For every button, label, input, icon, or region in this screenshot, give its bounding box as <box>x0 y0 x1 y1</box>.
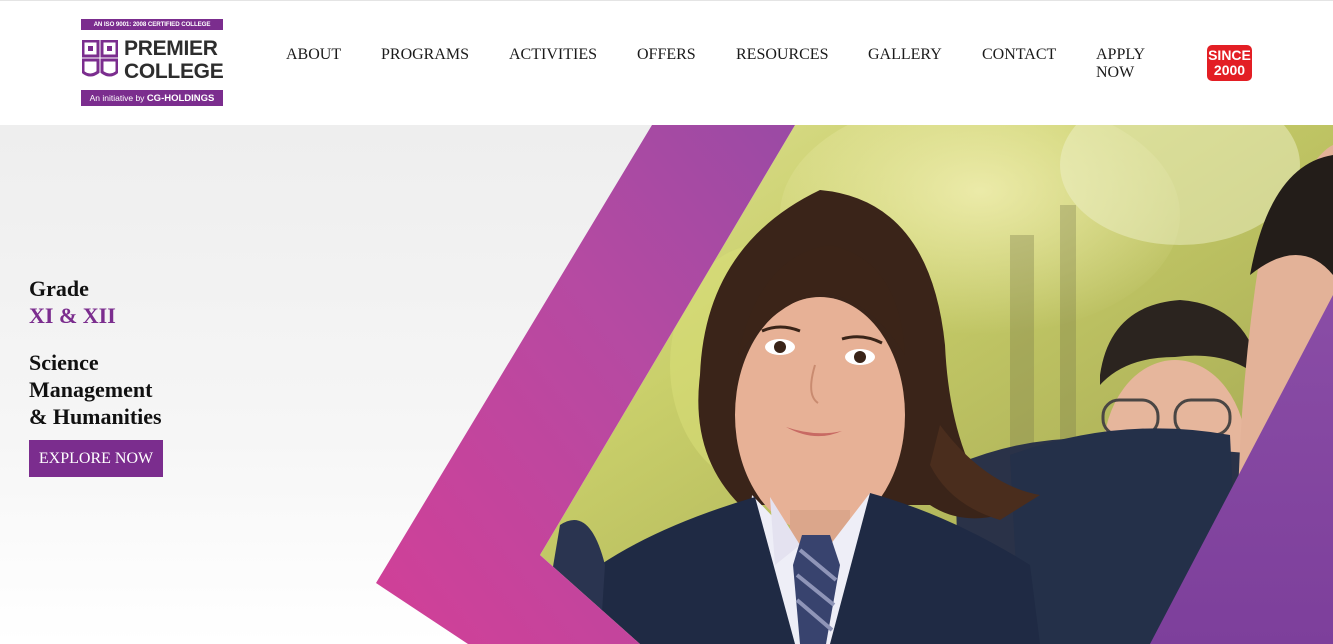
badge-line2: 2000 <box>1213 62 1246 78</box>
nav-gallery[interactable]: GALLERY <box>868 46 942 64</box>
logo-name-line2: COLLEGE <box>124 60 224 83</box>
initiative-strip: An initiative by CG-HOLDINGS <box>81 90 223 106</box>
initiative-prefix: An initiative by <box>89 93 145 103</box>
iso-certification-strip: AN ISO 9001: 2008 CERTIFIED COLLEGE <box>81 19 223 30</box>
stream-management: Management <box>29 377 153 402</box>
nav-contact[interactable]: CONTACT <box>982 46 1056 64</box>
badge-line1: SINCE <box>1208 47 1251 63</box>
nav-about[interactable]: ABOUT <box>286 46 341 64</box>
nav-programs[interactable]: PROGRAMS <box>381 46 469 64</box>
program-streams: Science Management & Humanities <box>29 349 162 430</box>
logo-name-line1: PREMIER <box>124 37 218 60</box>
explore-now-button[interactable]: EXPLORE NOW <box>29 440 163 477</box>
since-2000-badge: SINCE 2000 <box>1207 45 1252 81</box>
stream-science: Science <box>29 350 99 375</box>
grade-level: XI & XII <box>29 303 116 328</box>
grade-label: Grade <box>29 276 89 301</box>
hero-banner: Grade XI & XII Science Management & Huma… <box>0 125 1333 644</box>
stream-humanities: & Humanities <box>29 404 162 429</box>
nav-offers[interactable]: OFFERS <box>637 46 696 64</box>
nav-apply-now[interactable]: APPLY NOW <box>1096 46 1156 82</box>
nav-activities[interactable]: ACTIVITIES <box>509 46 597 64</box>
initiative-org: CG-HOLDINGS <box>146 93 215 104</box>
hero-copy: Grade XI & XII Science Management & Huma… <box>29 275 162 430</box>
nav-resources[interactable]: RESOURCES <box>736 46 828 64</box>
hero-student-photo <box>376 125 1333 644</box>
premier-college-logo[interactable]: AN ISO 9001: 2008 CERTIFIED COLLEGE PREM… <box>81 19 224 106</box>
college-crest-icon <box>82 40 118 77</box>
site-header: AN ISO 9001: 2008 CERTIFIED COLLEGE PREM… <box>0 0 1333 125</box>
